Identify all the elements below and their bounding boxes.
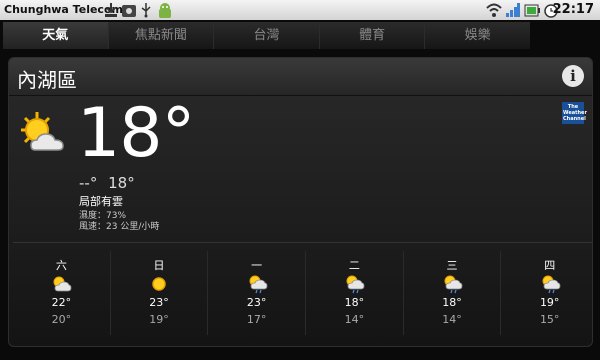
signal-icon xyxy=(506,3,520,17)
current-temperature: 18° xyxy=(77,94,196,173)
card-header: 內湖區 i xyxy=(9,58,592,96)
forecast-day[interactable]: 四 19° 15° xyxy=(501,251,592,335)
feels-like-temp: 18° xyxy=(108,174,135,192)
status-bar: Chunghwa Telecom 22:17 xyxy=(0,0,600,20)
forecast-day-name: 日 xyxy=(153,259,165,272)
wifi-icon xyxy=(486,3,502,17)
forecast-high: 22° xyxy=(51,296,72,309)
forecast-day-name: 三 xyxy=(446,259,458,272)
forecast-day-name: 六 xyxy=(55,259,67,272)
forecast-high: 18° xyxy=(442,296,462,309)
camera-icon xyxy=(122,5,136,17)
weather-channel-logo[interactable]: The Weather Channel xyxy=(562,102,587,124)
forecast-day-name: 二 xyxy=(348,259,360,272)
partly-cloudy-rain-icon xyxy=(249,275,268,294)
condition-text: 局部有雲 xyxy=(79,195,123,208)
forecast-low: 19° xyxy=(149,313,169,326)
tab-weather[interactable]: 天氣 xyxy=(3,22,109,49)
forecast-high: 23° xyxy=(246,296,267,309)
forecast-high: 23° xyxy=(149,296,169,309)
forecast-high: 18° xyxy=(344,296,365,309)
clock: 22:17 xyxy=(552,2,594,17)
forecast-low: 15° xyxy=(539,313,560,326)
android-icon xyxy=(159,3,171,18)
feels-like-row: --° 18° xyxy=(79,174,141,192)
tab-taiwan[interactable]: 台灣 xyxy=(214,22,320,49)
info-button[interactable]: i xyxy=(562,65,584,87)
usb-icon xyxy=(141,3,151,18)
tab-top-news[interactable]: 焦點新聞 xyxy=(108,22,215,49)
forecast-day[interactable]: 二 18° 14° xyxy=(306,251,404,335)
weather-card: 內湖區 i The Weather Channel 18° --° 18° 局部… xyxy=(8,57,593,347)
partly-cloudy-rain-icon xyxy=(542,275,561,294)
forecast-low: 17° xyxy=(246,313,267,326)
partly-cloudy-icon xyxy=(53,276,72,292)
forecast-high: 19° xyxy=(539,296,560,309)
battery-icon xyxy=(524,4,540,17)
forecast-day-name: 一 xyxy=(251,259,263,272)
download-icon xyxy=(105,3,117,17)
partly-cloudy-rain-icon xyxy=(444,275,463,294)
forecast-day[interactable]: 三 18° 14° xyxy=(404,251,502,335)
forecast-day[interactable]: 一 23° 17° xyxy=(208,251,307,335)
forecast-low: 14° xyxy=(442,313,462,326)
forecast-day-name: 四 xyxy=(544,259,556,272)
forecast-low: 20° xyxy=(51,313,72,326)
forecast-day[interactable]: 六 22° 20° xyxy=(13,251,111,335)
feels-like-dash: --° xyxy=(79,174,98,192)
forecast-strip: 六 22° 20° 日 23° 19° 一 23° 17° 二 18° 14° … xyxy=(13,242,592,342)
sunny-icon xyxy=(152,277,166,291)
forecast-low: 14° xyxy=(344,313,365,326)
tab-entertainment[interactable]: 娛樂 xyxy=(425,22,530,49)
weather-channel-logo-text: The Weather Channel xyxy=(563,104,587,122)
category-tabs: 天氣 焦點新聞 台灣 體育 娛樂 xyxy=(3,22,530,49)
wind-text: 風速：23 公里/小時 xyxy=(79,222,160,232)
tab-sports[interactable]: 體育 xyxy=(319,22,426,49)
partly-cloudy-icon xyxy=(21,112,64,151)
forecast-day[interactable]: 日 23° 19° xyxy=(111,251,209,335)
location-name: 內湖區 xyxy=(17,68,77,92)
partly-cloudy-rain-icon xyxy=(346,275,365,294)
